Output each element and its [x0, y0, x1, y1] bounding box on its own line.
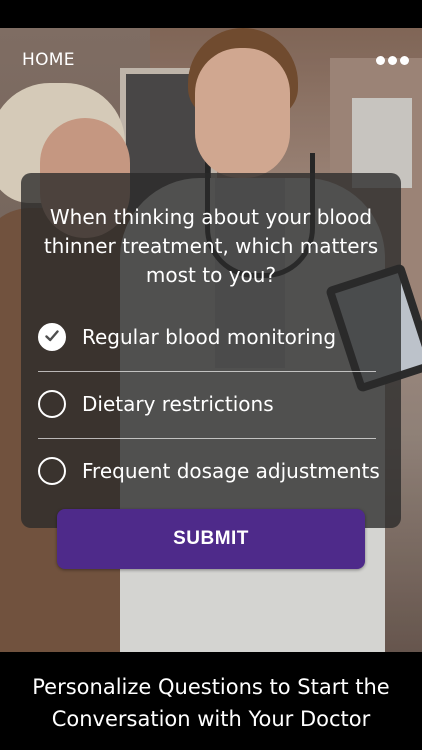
divider: [38, 371, 376, 372]
promo-caption: Personalize Questions to Start the Conve…: [0, 652, 422, 750]
radio-empty-icon[interactable]: [38, 390, 66, 418]
option-label: Regular blood monitoring: [82, 325, 337, 349]
question-text: When thinking about your blood thinner t…: [43, 205, 379, 287]
home-link[interactable]: HOME: [22, 50, 75, 70]
option-dietary-restrictions[interactable]: Dietary restrictions: [38, 375, 378, 433]
option-label: Frequent dosage adjustments: [82, 459, 380, 483]
app-screen: HOME When thinking about your blood thin…: [0, 0, 422, 750]
caption-line-1: Personalize Questions to Start the: [32, 675, 390, 699]
caption-line-2: Conversation with Your Doctor: [51, 707, 371, 731]
radio-checked-icon[interactable]: [38, 323, 66, 351]
option-regular-blood-monitoring[interactable]: Regular blood monitoring: [38, 308, 378, 366]
option-label: Dietary restrictions: [82, 392, 274, 416]
checkmark-icon: [45, 330, 59, 342]
option-frequent-dosage-adjustments[interactable]: Frequent dosage adjustments: [38, 442, 380, 500]
more-dots-icon[interactable]: [376, 56, 410, 66]
status-bar: [0, 0, 422, 28]
divider: [38, 438, 376, 439]
submit-button[interactable]: SUBMIT: [57, 509, 365, 569]
radio-empty-icon[interactable]: [38, 457, 66, 485]
